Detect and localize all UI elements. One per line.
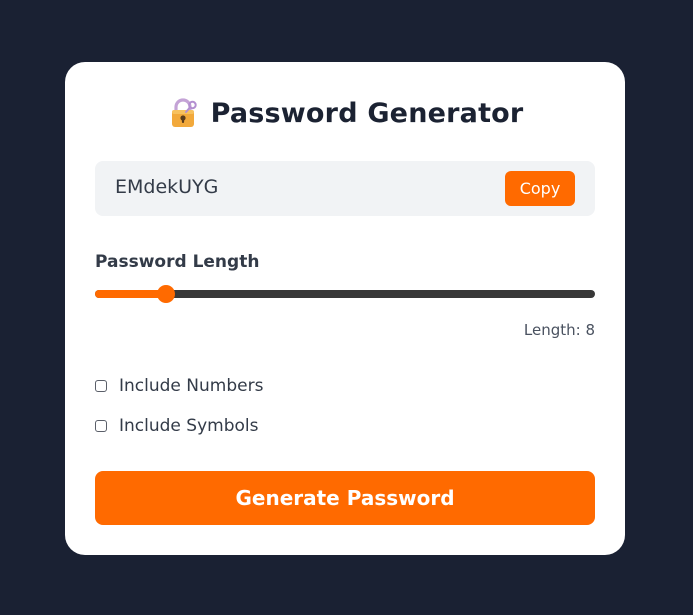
- include-symbols-label: Include Symbols: [119, 416, 259, 436]
- slider-thumb[interactable]: [157, 285, 176, 303]
- length-readout: Length: 8: [523, 321, 595, 339]
- password-value: EMdekUYG: [115, 176, 219, 198]
- include-symbols-option[interactable]: Include Symbols: [95, 416, 258, 436]
- length-label: Password Length: [95, 252, 260, 272]
- include-numbers-checkbox[interactable]: [95, 380, 107, 392]
- slider-fill: [95, 290, 167, 298]
- include-numbers-option[interactable]: Include Numbers: [95, 376, 263, 396]
- page-title: Password Generator: [210, 97, 524, 129]
- generate-password-button[interactable]: Generate Password: [95, 471, 595, 525]
- locked-with-key-icon: [167, 97, 199, 129]
- copy-button[interactable]: Copy: [505, 171, 575, 206]
- include-symbols-checkbox[interactable]: [95, 420, 107, 432]
- length-slider[interactable]: [95, 285, 595, 303]
- password-display: EMdekUYG Copy: [95, 161, 595, 216]
- password-generator-card: Password Generator EMdekUYG Copy Passwor…: [65, 62, 625, 555]
- include-numbers-label: Include Numbers: [119, 376, 264, 396]
- header: Password Generator: [65, 96, 625, 130]
